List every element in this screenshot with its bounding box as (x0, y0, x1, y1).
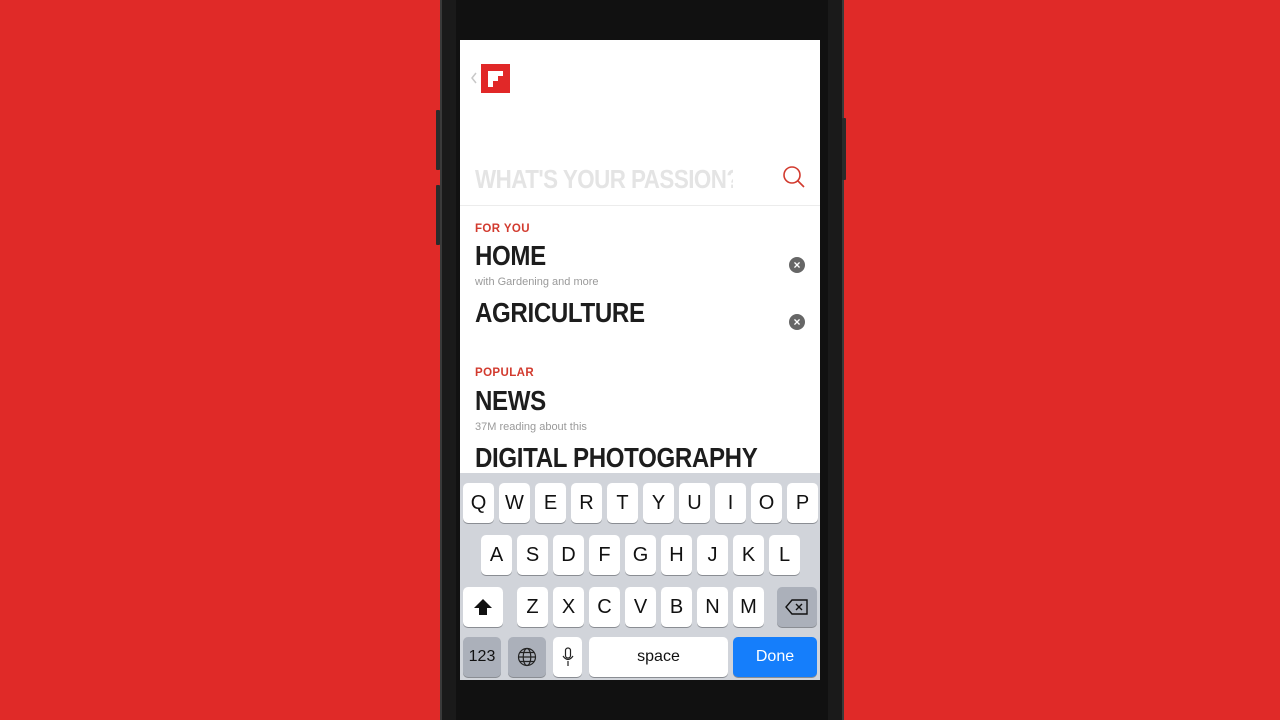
key-n[interactable]: N (697, 587, 728, 627)
keyboard: Q W E R T Y U I O P A S D F G H J K L Z … (460, 473, 820, 680)
globe-icon[interactable] (508, 637, 546, 677)
section-label-popular: POPULAR (475, 367, 535, 379)
shift-icon[interactable] (463, 587, 503, 627)
phone-side-button (436, 185, 440, 245)
key-s[interactable]: S (517, 535, 548, 575)
key-d[interactable]: D (553, 535, 584, 575)
app-screen: FOR YOU HOME with Gardening and more × A… (460, 40, 820, 680)
key-o[interactable]: O (751, 483, 782, 523)
key-q[interactable]: Q (463, 483, 494, 523)
flipboard-logo[interactable] (481, 64, 510, 93)
section-label-for-you: FOR YOU (475, 223, 530, 235)
close-icon[interactable]: × (789, 314, 805, 330)
numbers-key[interactable]: 123 (463, 637, 501, 677)
key-b[interactable]: B (661, 587, 692, 627)
topic-subtitle-home: with Gardening and more (475, 276, 599, 288)
key-t[interactable]: T (607, 483, 638, 523)
microphone-icon[interactable] (553, 637, 582, 677)
topic-title-news[interactable]: NEWS (475, 385, 546, 417)
key-a[interactable]: A (481, 535, 512, 575)
key-r[interactable]: R (571, 483, 602, 523)
key-l[interactable]: L (769, 535, 800, 575)
key-i[interactable]: I (715, 483, 746, 523)
key-f[interactable]: F (589, 535, 620, 575)
topic-title-digital-photography[interactable]: DIGITAL PHOTOGRAPHY (475, 442, 758, 474)
key-p[interactable]: P (787, 483, 818, 523)
key-m[interactable]: M (733, 587, 764, 627)
back-chevron-icon[interactable] (468, 69, 480, 87)
key-x[interactable]: X (553, 587, 584, 627)
search-input[interactable] (475, 161, 733, 197)
key-g[interactable]: G (625, 535, 656, 575)
search-icon[interactable] (780, 164, 808, 192)
close-icon[interactable]: × (789, 257, 805, 273)
done-button[interactable]: Done (733, 637, 817, 677)
key-c[interactable]: C (589, 587, 620, 627)
backspace-icon[interactable] (777, 587, 817, 627)
key-e[interactable]: E (535, 483, 566, 523)
topic-title-agriculture[interactable]: AGRICULTURE (475, 297, 645, 329)
topic-subtitle-news: 37M reading about this (475, 421, 587, 433)
search-bar (460, 158, 820, 206)
key-v[interactable]: V (625, 587, 656, 627)
phone-side-button (436, 110, 440, 170)
key-w[interactable]: W (499, 483, 530, 523)
key-h[interactable]: H (661, 535, 692, 575)
topic-title-home[interactable]: HOME (475, 240, 546, 272)
space-key[interactable]: space (589, 637, 728, 677)
key-u[interactable]: U (679, 483, 710, 523)
key-k[interactable]: K (733, 535, 764, 575)
phone-power-button (842, 118, 846, 180)
key-j[interactable]: J (697, 535, 728, 575)
key-y[interactable]: Y (643, 483, 674, 523)
key-z[interactable]: Z (517, 587, 548, 627)
